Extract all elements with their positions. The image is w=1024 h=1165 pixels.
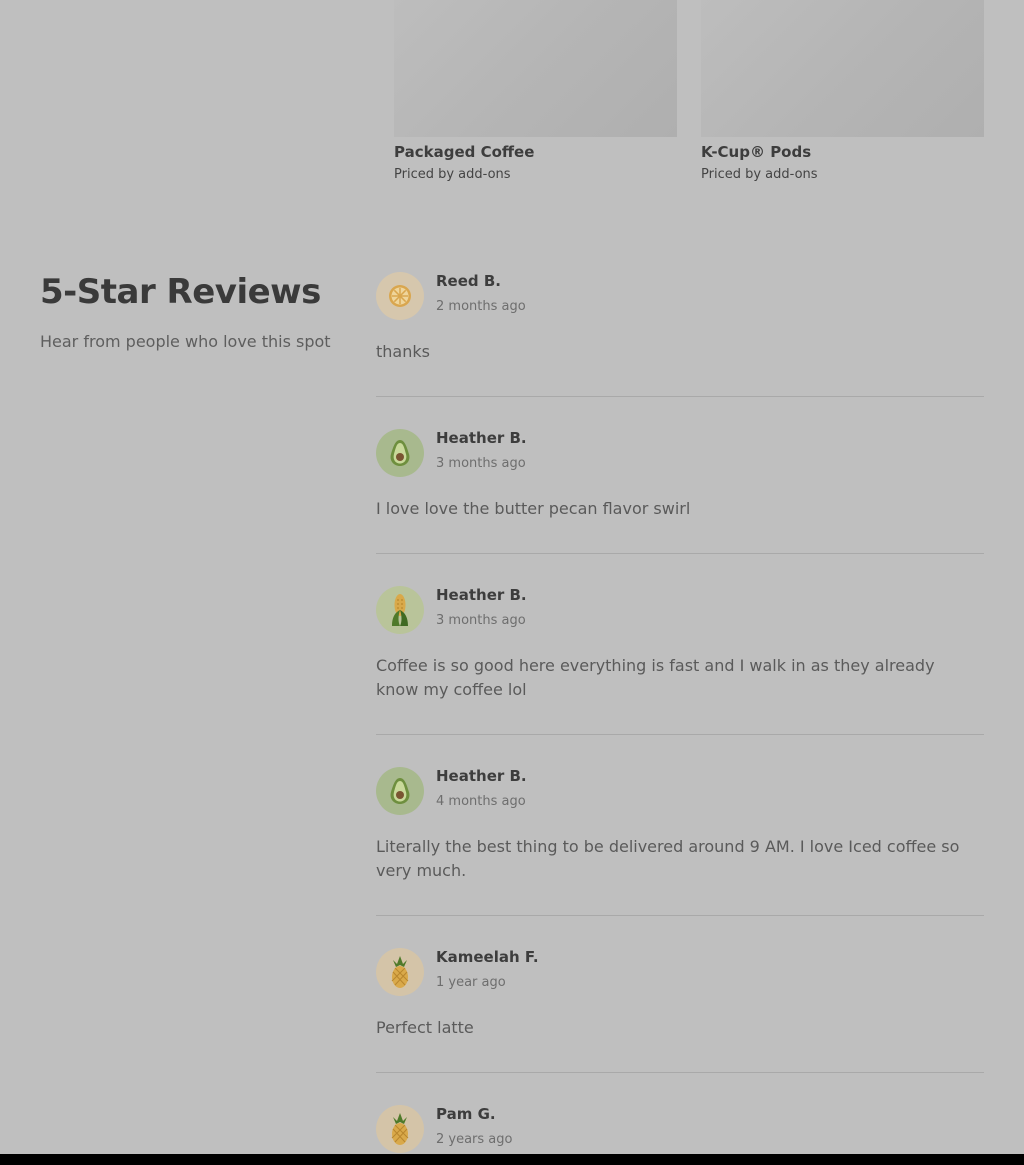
pineapple-icon bbox=[391, 1113, 409, 1145]
review-text: I love love the butter pecan flavor swir… bbox=[376, 499, 691, 518]
review-date: 1 year ago bbox=[436, 975, 506, 990]
review-author: Reed B. bbox=[436, 272, 501, 290]
bottom-edge-bar bbox=[0, 1154, 1024, 1165]
product-image[interactable] bbox=[394, 0, 677, 137]
review-date: 2 months ago bbox=[436, 299, 526, 314]
divider bbox=[376, 734, 984, 735]
product-name[interactable]: Packaged Coffee bbox=[394, 143, 677, 161]
review-author: Kameelah F. bbox=[436, 948, 539, 966]
product-image[interactable] bbox=[701, 0, 984, 137]
orange-slice-icon bbox=[389, 285, 411, 307]
avatar bbox=[376, 272, 424, 320]
review-date: 4 months ago bbox=[436, 794, 526, 809]
avocado-icon bbox=[390, 778, 410, 804]
review-date: 2 years ago bbox=[436, 1132, 513, 1147]
product-card-packaged-coffee[interactable]: Packaged Coffee Priced by add-ons bbox=[394, 0, 677, 182]
divider bbox=[376, 553, 984, 554]
avatar bbox=[376, 429, 424, 477]
review-author: Heather B. bbox=[436, 767, 527, 785]
product-name[interactable]: K-Cup® Pods bbox=[701, 143, 984, 161]
divider bbox=[376, 915, 984, 916]
product-price: Priced by add-ons bbox=[394, 167, 511, 182]
pineapple-icon bbox=[391, 956, 409, 988]
avatar bbox=[376, 767, 424, 815]
review-text: Perfect latte bbox=[376, 1018, 474, 1037]
review-text: Literally the best thing to be delivered… bbox=[376, 837, 960, 880]
review-date: 3 months ago bbox=[436, 613, 526, 628]
review-author: Pam G. bbox=[436, 1105, 496, 1123]
divider bbox=[376, 396, 984, 397]
reviews-heading: 5-Star Reviews Hear from people who love… bbox=[40, 272, 340, 351]
review-date: 3 months ago bbox=[436, 456, 526, 471]
avatar bbox=[376, 948, 424, 996]
review-text: Coffee is so good here everything is fas… bbox=[376, 656, 935, 699]
corn-icon bbox=[392, 594, 408, 626]
divider bbox=[376, 1072, 984, 1073]
product-card-k-cup-pods[interactable]: K-Cup® Pods Priced by add-ons bbox=[701, 0, 984, 182]
avatar bbox=[376, 1105, 424, 1153]
avocado-icon bbox=[390, 440, 410, 466]
product-price: Priced by add-ons bbox=[701, 167, 818, 182]
review-author: Heather B. bbox=[436, 586, 527, 604]
review-text: thanks bbox=[376, 342, 430, 361]
avatar bbox=[376, 586, 424, 634]
reviews-subtitle: Hear from people who love this spot bbox=[40, 332, 331, 351]
product-row: Packaged Coffee Priced by add-ons K-Cup®… bbox=[394, 0, 984, 190]
review-author: Heather B. bbox=[436, 429, 527, 447]
reviews-title: 5-Star Reviews bbox=[40, 272, 321, 312]
